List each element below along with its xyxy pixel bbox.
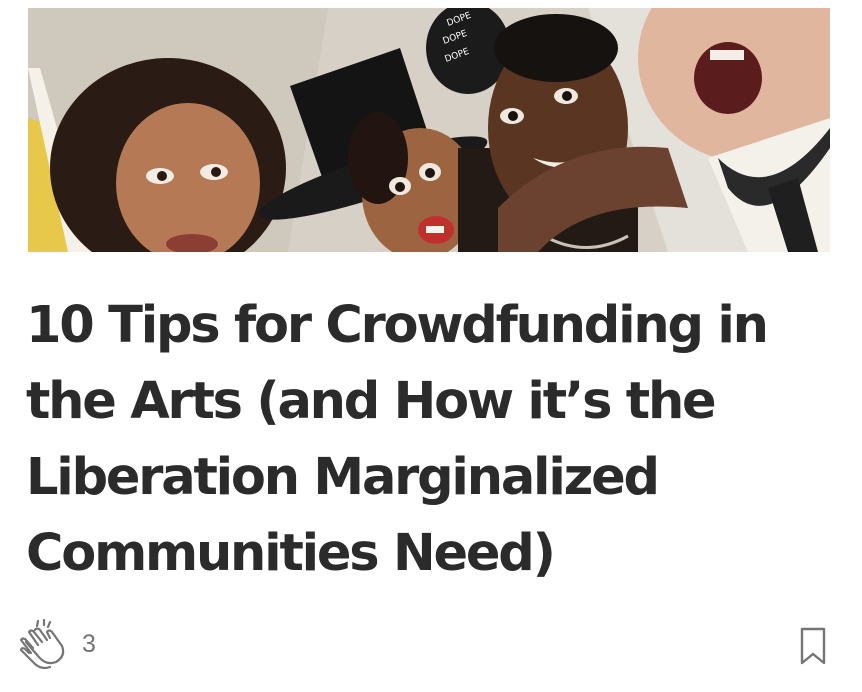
clap-count: 3	[82, 630, 96, 658]
bookmark-button[interactable]	[798, 626, 828, 666]
hero-photo: DOPE DOPE DOPE	[28, 8, 830, 252]
clap-button[interactable]	[18, 618, 70, 672]
clap-hands-icon	[19, 618, 65, 670]
article-hero-image[interactable]: DOPE DOPE DOPE	[28, 8, 830, 252]
bookmark-icon	[800, 627, 826, 665]
article-footer: 3	[18, 618, 830, 674]
article-title[interactable]: 10 Tips for Crowdfunding in the Arts (an…	[26, 288, 826, 592]
